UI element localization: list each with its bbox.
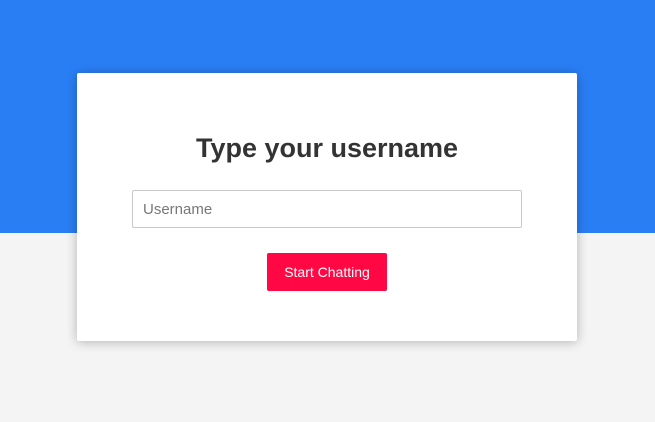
- page: Type your username Start Chatting: [0, 0, 655, 422]
- username-card: Type your username Start Chatting: [77, 73, 577, 341]
- page-title: Type your username: [195, 133, 459, 163]
- username-input[interactable]: [132, 190, 522, 228]
- start-chatting-button[interactable]: Start Chatting: [267, 253, 387, 291]
